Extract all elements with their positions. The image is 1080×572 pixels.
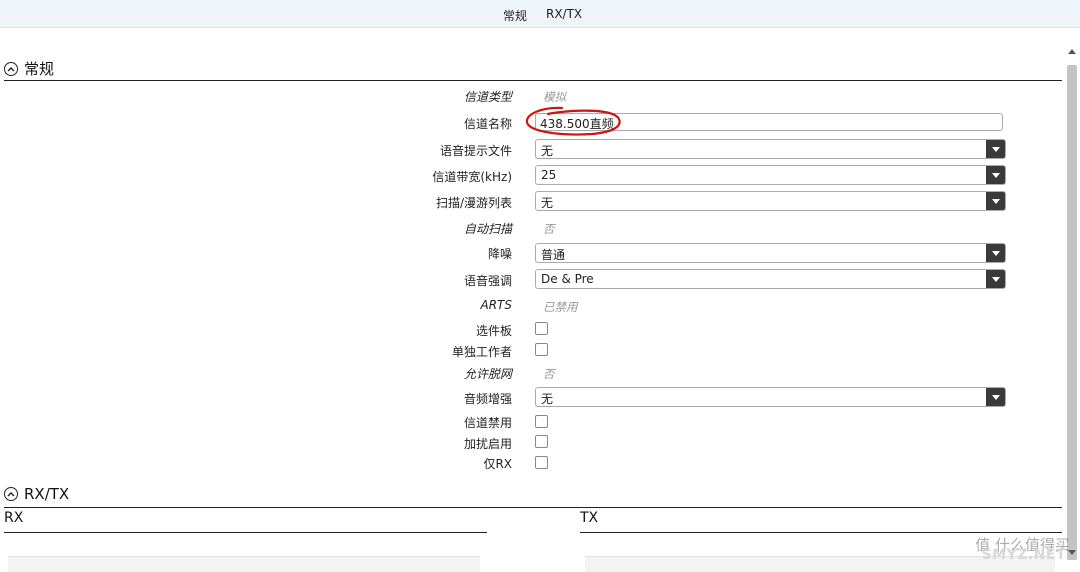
section-title-general: 常规 bbox=[24, 60, 55, 78]
arts-label: ARTS bbox=[480, 298, 513, 312]
watermark-site: SMYZ.NET bbox=[981, 547, 1066, 563]
channel-disable-checkbox[interactable] bbox=[535, 415, 548, 428]
rx-only-checkbox[interactable] bbox=[535, 456, 548, 469]
tx-title: TX bbox=[580, 510, 599, 526]
channel-type-label: 信道类型 bbox=[463, 90, 512, 104]
dropdown-arrow-icon[interactable] bbox=[986, 192, 1005, 210]
scan-list-select[interactable]: 无 bbox=[535, 191, 1006, 211]
rx-title: RX bbox=[4, 510, 24, 526]
collapse-up-icon[interactable] bbox=[4, 61, 18, 76]
tx-divider bbox=[580, 532, 1062, 533]
voice-prompt-select[interactable]: 无 bbox=[535, 139, 1006, 159]
dropdown-arrow-icon[interactable] bbox=[986, 270, 1005, 288]
allow-talkaround-value: 否 bbox=[543, 367, 555, 381]
auto-scan-label: 自动扫描 bbox=[463, 222, 512, 236]
audio-enhance-select[interactable]: 无 bbox=[535, 387, 1006, 407]
bandwidth-select[interactable]: 25 bbox=[535, 165, 1006, 185]
section-title-rxtx: RX/TX bbox=[24, 485, 70, 503]
lone-worker-checkbox[interactable] bbox=[535, 343, 548, 356]
scrambler-enable-label: 加扰启用 bbox=[463, 437, 512, 451]
section-divider bbox=[4, 507, 1062, 508]
dropdown-arrow-icon[interactable] bbox=[986, 140, 1005, 158]
rxtx-section-header[interactable]: RX/TX bbox=[4, 485, 69, 503]
noise-reduction-label: 降噪 bbox=[487, 247, 512, 261]
channel-name-label: 信道名称 bbox=[463, 117, 512, 131]
bandwidth-label: 信道带宽(kHz) bbox=[432, 170, 512, 184]
voice-prompt-label: 语音提示文件 bbox=[439, 144, 512, 158]
dropdown-arrow-icon[interactable] bbox=[986, 244, 1005, 262]
channel-disable-label: 信道禁用 bbox=[463, 416, 512, 430]
rx-panel bbox=[8, 556, 480, 572]
auto-scan-value: 否 bbox=[543, 222, 555, 236]
option-board-checkbox[interactable] bbox=[535, 322, 548, 335]
collapse-up-icon[interactable] bbox=[4, 487, 18, 501]
scroll-up-arrow-icon[interactable] bbox=[1068, 49, 1076, 54]
audio-enhance-value: 无 bbox=[541, 392, 554, 406]
rx-divider bbox=[4, 532, 487, 533]
voice-emphasis-select[interactable]: De & Pre bbox=[535, 269, 1006, 289]
vertical-scrollbar[interactable] bbox=[1066, 45, 1078, 565]
audio-enhance-label: 音频增强 bbox=[463, 392, 512, 406]
noise-reduction-select[interactable]: 普通 bbox=[535, 243, 1006, 263]
scrambler-enable-checkbox[interactable] bbox=[535, 435, 548, 448]
arts-value: 已禁用 bbox=[543, 300, 578, 314]
voice-emphasis-value: De & Pre bbox=[541, 272, 594, 286]
rx-only-label: 仅RX bbox=[483, 457, 512, 471]
channel-type-value: 模拟 bbox=[543, 90, 566, 104]
noise-reduction-value: 普通 bbox=[541, 248, 566, 262]
top-tab-bar: 常规 RX/TX bbox=[0, 0, 1080, 28]
bandwidth-value: 25 bbox=[541, 168, 557, 182]
section-divider bbox=[4, 80, 1062, 81]
allow-talkaround-label: 允许脱网 bbox=[463, 367, 512, 381]
dropdown-arrow-icon[interactable] bbox=[986, 166, 1005, 184]
tab-rxtx[interactable]: RX/TX bbox=[546, 7, 582, 21]
scan-list-value: 无 bbox=[541, 196, 554, 210]
option-board-label: 选件板 bbox=[475, 324, 512, 338]
scan-list-label: 扫描/漫游列表 bbox=[435, 196, 512, 210]
red-circle-annotation bbox=[525, 106, 621, 136]
general-section-header[interactable]: 常规 bbox=[4, 58, 54, 79]
voice-prompt-value: 无 bbox=[541, 144, 554, 158]
tab-general[interactable]: 常规 bbox=[503, 7, 527, 24]
scrollbar-thumb[interactable] bbox=[1067, 65, 1077, 560]
lone-worker-label: 单独工作者 bbox=[451, 345, 512, 359]
dropdown-arrow-icon[interactable] bbox=[986, 388, 1005, 406]
voice-emphasis-label: 语音强调 bbox=[463, 274, 512, 288]
